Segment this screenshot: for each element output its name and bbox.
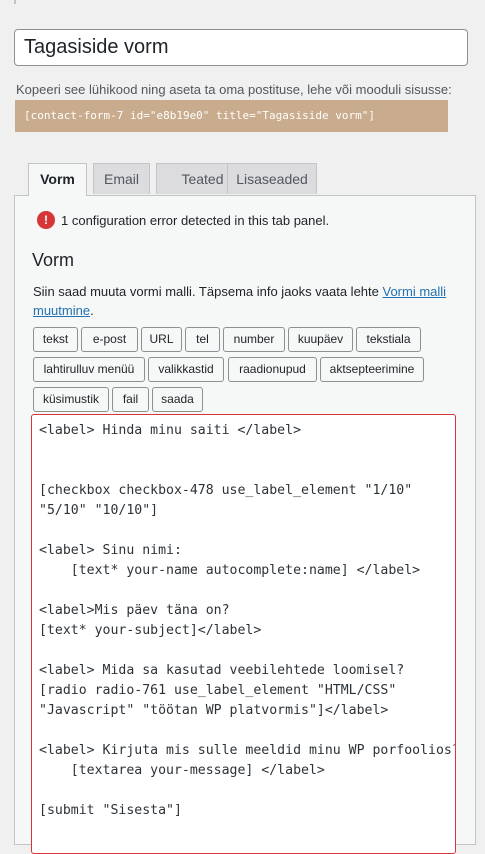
shortcode-hint: Kopeeri see lühikood ning aseta ta oma p…	[16, 82, 452, 97]
description-text: Siin saad muuta vormi malli. Täpsema inf…	[33, 284, 383, 299]
error-icon: !	[37, 211, 55, 229]
form-template-editor[interactable]: <label> Hinda minu saiti </label> [check…	[31, 414, 456, 854]
tag-button-number[interactable]: number	[223, 327, 285, 352]
tag-button-kusimustik[interactable]: küsimustik	[33, 387, 109, 412]
tag-button-raadionupud[interactable]: raadionupud	[228, 357, 317, 382]
top-edge-divider	[14, 0, 16, 4]
tag-button-e-post[interactable]: e-post	[81, 327, 138, 352]
tag-button-fail[interactable]: fail	[112, 387, 149, 412]
tag-button-kuupaev[interactable]: kuupäev	[288, 327, 353, 352]
tag-button-tekstiala[interactable]: tekstiala	[356, 327, 421, 352]
tag-button-tekst[interactable]: tekst	[33, 327, 78, 352]
section-description: Siin saad muuta vormi malli. Täpsema inf…	[33, 282, 453, 320]
tag-button-lahtirulluv-menuu[interactable]: lahtirulluv menüü	[33, 357, 145, 382]
tab-email[interactable]: Email	[93, 163, 150, 194]
section-title: Vorm	[32, 250, 75, 270]
tag-button-url[interactable]: URL	[141, 327, 182, 352]
form-title-input[interactable]	[14, 29, 468, 66]
error-message: 1 configuration error detected in this t…	[61, 213, 330, 228]
description-end: .	[90, 303, 94, 318]
shortcode-box[interactable]: [contact-form-7 id="e8b19e0" title="Taga…	[15, 100, 448, 132]
tag-button-aktsepteerimine[interactable]: aktsepteerimine	[320, 357, 424, 382]
tab-lisaseaded[interactable]: Lisaseaded	[227, 163, 317, 194]
tag-button-saada[interactable]: saada	[152, 387, 203, 412]
tab-vorm[interactable]: Vorm	[28, 163, 87, 196]
tag-button-valikkastid[interactable]: valikkastid	[148, 357, 224, 382]
tag-button-tel[interactable]: tel	[185, 327, 220, 352]
